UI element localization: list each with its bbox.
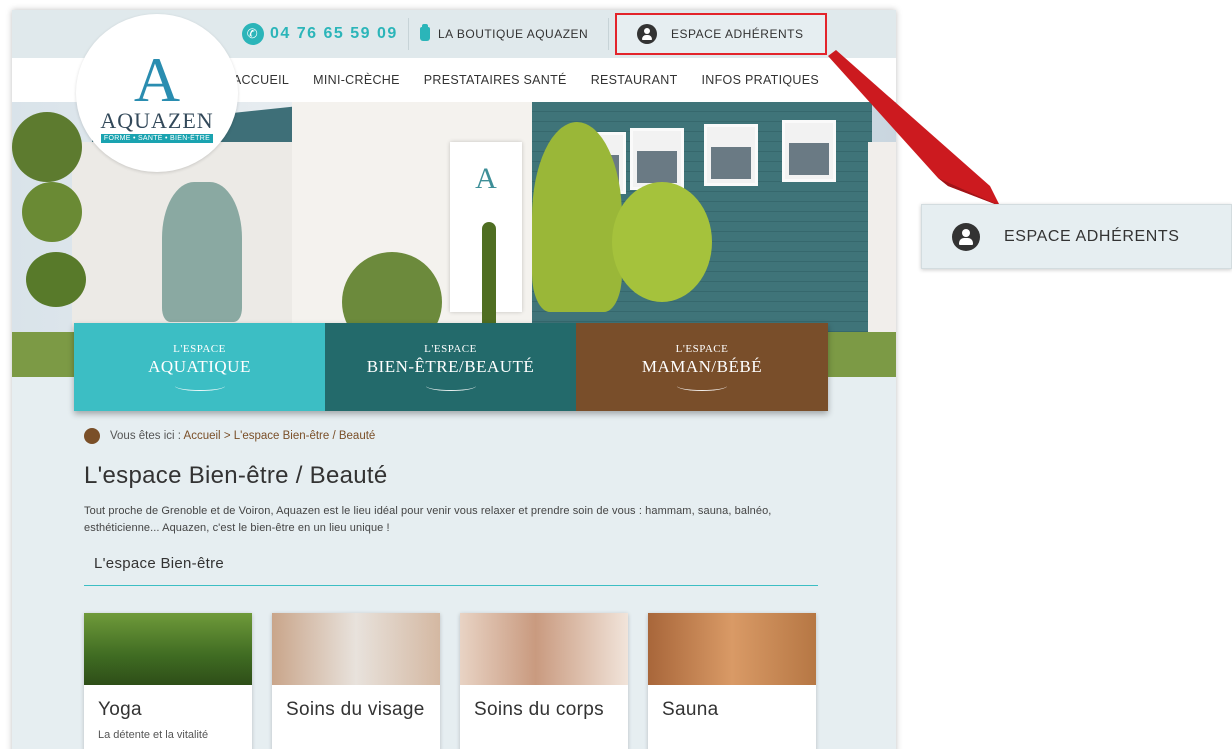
logo-tagline: FORME • SANTÉ • BIEN-ÊTRE: [100, 133, 214, 143]
card-text: [272, 721, 440, 729]
tile-prefix: L'ESPACE: [424, 343, 477, 355]
category-tiles: L'ESPACE AQUATIQUE L'ESPACE BIEN-ÊTRE/BE…: [74, 323, 828, 411]
nav-item-accueil[interactable]: ACCUEIL: [233, 73, 289, 87]
aquazen-logo[interactable]: A AQUAZEN FORME • SANTÉ • BIEN-ÊTRE: [76, 14, 238, 172]
website-frame: ✆ 04 76 65 59 09 LA BOUTIQUE AQUAZEN ESP…: [12, 10, 896, 749]
breadcrumb-home-link[interactable]: Accueil: [184, 430, 221, 442]
page-title: L'espace Bien-être / Beauté: [84, 462, 388, 489]
callout-label: ESPACE ADHÉRENTS: [1004, 227, 1180, 245]
breadcrumb: Vous êtes ici : Accueil > L'espace Bien-…: [84, 428, 375, 444]
card-text: [648, 721, 816, 729]
card-title: Soins du visage: [286, 699, 425, 720]
logo-name: AQUAZEN: [100, 107, 214, 133]
user-icon: [952, 222, 980, 251]
tile-label: MAMAN/BÉBÉ: [641, 357, 763, 376]
curve-ornament: [174, 381, 225, 391]
card-sauna[interactable]: Sauna: [648, 613, 816, 749]
tile-label: AQUATIQUE: [148, 357, 251, 376]
breadcrumb-current: L'espace Bien-être / Beauté: [233, 430, 376, 442]
divider: [408, 18, 409, 50]
tile-prefix: L'ESPACE: [675, 343, 729, 355]
members-area-link[interactable]: ESPACE ADHÉRENTS: [615, 13, 827, 55]
card-image: [648, 613, 816, 685]
card-title: Yoga: [98, 699, 142, 720]
tile-bien-etre-beaute[interactable]: L'ESPACE BIEN-ÊTRE/BEAUTÉ: [325, 323, 576, 411]
user-icon: [637, 24, 657, 44]
tile-label: BIEN-ÊTRE/BEAUTÉ: [366, 357, 535, 376]
tile-aquatique[interactable]: L'ESPACE AQUATIQUE: [74, 323, 325, 411]
card-image: [272, 613, 440, 685]
nav-item-mini-creche[interactable]: MINI-CRÈCHE: [313, 73, 400, 87]
curve-ornament: [677, 381, 727, 391]
shop-label: LA BOUTIQUE AQUAZEN: [438, 27, 589, 41]
phone-icon: ✆: [242, 23, 264, 45]
shop-link[interactable]: LA BOUTIQUE AQUAZEN: [420, 10, 588, 58]
tile-maman-bebe[interactable]: L'ESPACE MAMAN/BÉBÉ: [576, 323, 828, 411]
divider: [608, 18, 609, 50]
breadcrumb-separator: >: [223, 430, 231, 442]
members-area-callout: ESPACE ADHÉRENTS: [921, 204, 1232, 269]
nav-item-restaurant[interactable]: RESTAURANT: [591, 73, 678, 87]
intro-paragraph: Tout proche de Grenoble et de Voiron, Aq…: [84, 505, 772, 534]
breadcrumb-dot-icon: [84, 428, 100, 444]
card-text: [460, 721, 628, 729]
card-yoga[interactable]: Yoga La détente et la vitalité: [84, 613, 252, 749]
card-soins-corps[interactable]: Soins du corps: [460, 613, 628, 749]
section-heading: L'espace Bien-être: [84, 555, 818, 586]
arrow-head: [938, 178, 1000, 206]
card-image: [460, 613, 628, 685]
card-image: [84, 613, 252, 685]
card-text: La détente et la vitalité: [98, 729, 209, 741]
phone-number: 04 76 65 59 09: [270, 25, 398, 42]
breadcrumb-prefix: Vous êtes ici :: [110, 430, 181, 442]
service-cards: Yoga La détente et la vitalité Soins du …: [84, 613, 816, 749]
tile-prefix: L'ESPACE: [173, 343, 226, 355]
members-label: ESPACE ADHÉRENTS: [671, 27, 804, 41]
phone-link[interactable]: ✆ 04 76 65 59 09: [242, 10, 398, 58]
card-soins-visage[interactable]: Soins du visage: [272, 613, 440, 749]
shopping-bag-icon: [420, 24, 430, 41]
card-title: Soins du corps: [474, 699, 604, 720]
nav-item-infos-pratiques[interactable]: INFOS PRATIQUES: [702, 73, 819, 87]
card-title: Sauna: [662, 699, 719, 720]
nav-item-prestataires-sante[interactable]: PRESTATAIRES SANTÉ: [424, 73, 567, 87]
curve-ornament: [425, 381, 476, 391]
logo-letter: A: [133, 43, 181, 115]
